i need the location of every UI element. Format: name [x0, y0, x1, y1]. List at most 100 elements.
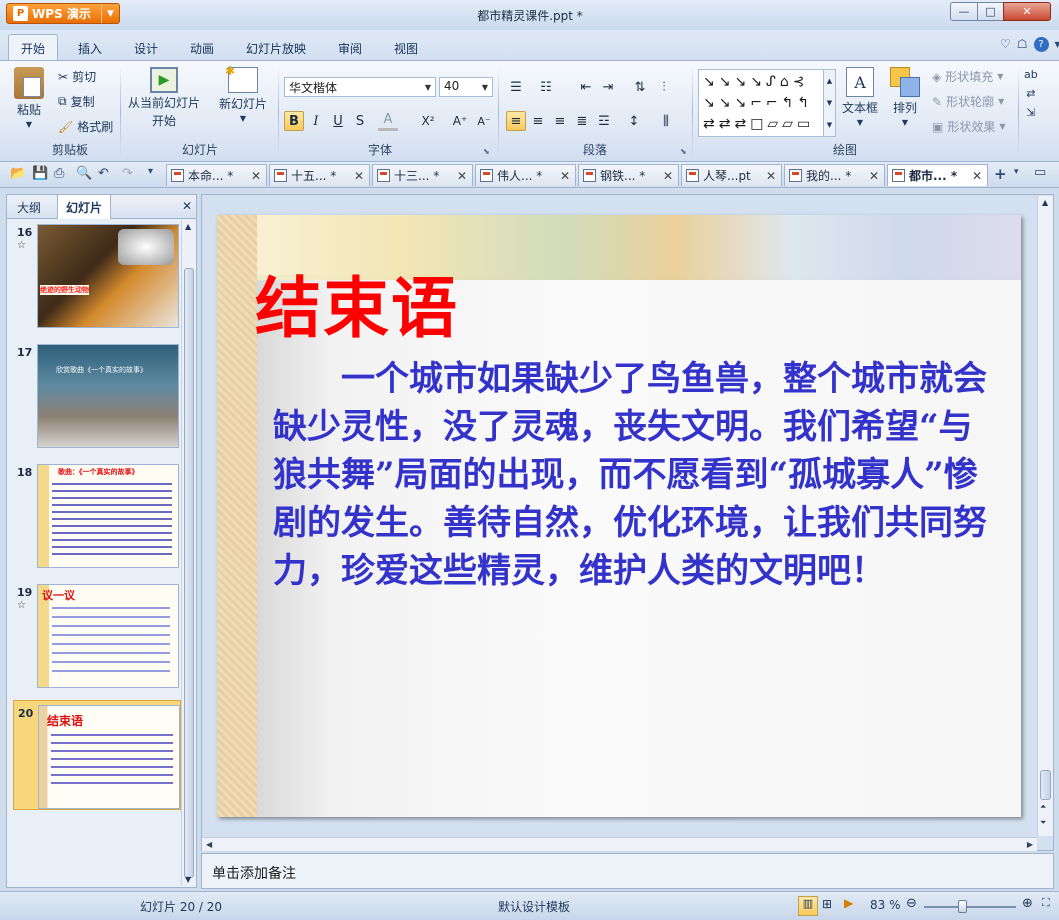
numbering-button[interactable]: ☷ [536, 77, 556, 97]
close-tab-icon[interactable]: ✕ [766, 169, 776, 183]
doc-tab[interactable]: 十三... * ✕ [372, 164, 473, 186]
close-tab-icon[interactable]: ✕ [354, 169, 364, 183]
tab-design[interactable]: 设计 [122, 37, 170, 60]
close-tab-icon[interactable]: ✕ [560, 169, 570, 183]
doc-tab[interactable]: 本命... * ✕ [166, 164, 267, 186]
close-tab-icon[interactable]: ✕ [251, 169, 261, 183]
arrange-button[interactable]: 排列 ▼ [890, 67, 920, 127]
slide-horizontal-scrollbar[interactable]: ◀ ▶ [202, 837, 1037, 851]
tab-list-icon[interactable]: ▾ [1014, 167, 1019, 177]
zoom-slider[interactable] [924, 900, 1016, 913]
close-tab-icon[interactable]: ✕ [869, 169, 879, 183]
shape-effect-button[interactable]: ▣ 形状效果 ▼ [932, 118, 1006, 135]
tab-review[interactable]: 审阅 [326, 37, 374, 60]
zoom-out-icon[interactable]: ⊖ [906, 896, 917, 911]
notes-pane[interactable]: 单击添加备注 [201, 853, 1054, 889]
maximize-button[interactable]: □ [977, 2, 1004, 21]
tab-animation[interactable]: 动画 [178, 37, 226, 60]
window-layout-icon[interactable]: ▭ [1034, 165, 1046, 180]
shadow-button[interactable]: S [350, 111, 370, 131]
close-window-button[interactable]: ✕ [1003, 2, 1051, 21]
minimize-button[interactable]: — [950, 2, 978, 21]
play-from-current-button[interactable]: ▶ 从当前幻灯片 开始 [128, 67, 200, 129]
close-tab-icon[interactable]: ✕ [457, 169, 467, 183]
shape-fill-button[interactable]: ◈ 形状填充 ▼ [932, 68, 1003, 85]
font-size-combo[interactable]: 40 ▼ [439, 77, 493, 97]
fit-window-icon[interactable]: ⛶ [1042, 896, 1050, 910]
doc-tab[interactable]: 钢铁... * ✕ [578, 164, 679, 186]
undo-icon[interactable]: ↶ [98, 166, 109, 181]
font-color-button[interactable]: A [378, 111, 398, 131]
slide-thumbnail[interactable]: 16 ☆ 绝迹的野生动物 [13, 220, 181, 330]
ribbon-options-icon[interactable]: ▾ [1055, 37, 1059, 52]
columns-button[interactable]: ⫼ [656, 111, 676, 131]
align-left-button[interactable]: ≡ [506, 111, 526, 131]
redo-icon[interactable]: ↷ [122, 166, 133, 181]
scroll-down-icon[interactable]: ▼ [185, 875, 191, 884]
chevron-down-icon[interactable]: ▼ [478, 78, 492, 96]
new-tab-plus-icon[interactable]: + [994, 165, 1007, 183]
scroll-right-icon[interactable]: ▶ [1027, 840, 1033, 849]
normal-view-icon[interactable]: ▥ [798, 896, 818, 916]
italic-button[interactable]: I [306, 111, 326, 131]
gallery-scroll[interactable]: ▲ ▼ ▼ [823, 70, 835, 136]
scroll-up-icon[interactable]: ▲ [185, 222, 191, 231]
scroll-thumb[interactable] [184, 268, 194, 878]
slide-sorter-icon[interactable]: ⊞ [822, 897, 832, 911]
paste-button[interactable]: 粘贴 ▼ [14, 67, 44, 129]
tab-outline[interactable]: 大纲 [9, 195, 49, 219]
scroll-thumb[interactable] [1040, 770, 1051, 800]
align-center-button[interactable]: ≡ [528, 111, 548, 131]
collapse-ribbon-icon[interactable]: ♡ [1000, 37, 1011, 52]
copy-button[interactable]: ⧉ 复制 [58, 93, 95, 110]
doc-tab[interactable]: 人琴...pt ✕ [681, 164, 782, 186]
superscript-button[interactable]: X² [418, 111, 438, 131]
text-direction-button[interactable]: ⇅ [630, 77, 650, 97]
scroll-left-icon[interactable]: ◀ [206, 840, 212, 849]
line-spacing-button[interactable]: ↕ [624, 111, 644, 131]
align-text-button[interactable]: ⫶ [654, 77, 674, 97]
slide-thumbnail[interactable]: 17 欣赏歌曲《一个真实的故事》 [13, 340, 181, 450]
align-right-button[interactable]: ≡ [550, 111, 570, 131]
textbox-button[interactable]: A 文本框 ▼ [842, 67, 878, 127]
next-slide-icon[interactable]: ⏷ [1040, 818, 1046, 828]
close-panel-icon[interactable]: ✕ [182, 199, 192, 213]
tab-slideshow[interactable]: 幻灯片放映 [234, 37, 318, 60]
print-preview-icon[interactable]: 🔍 [76, 166, 92, 181]
slide-thumbnail-selected[interactable]: 20 结束语 [13, 700, 181, 810]
distribute-button[interactable]: ☲ [594, 111, 614, 131]
doc-tab[interactable]: 伟人... * ✕ [475, 164, 576, 186]
grow-font-button[interactable]: A⁺ [450, 111, 470, 131]
scroll-up-icon[interactable]: ▲ [1042, 198, 1048, 207]
close-tab-icon[interactable]: ✕ [972, 169, 982, 183]
tab-slides[interactable]: 幻灯片 [57, 195, 112, 219]
dialog-launcher-icon[interactable]: ⬊ [680, 147, 687, 156]
open-folder-icon[interactable]: 📂 [10, 166, 26, 181]
zoom-in-icon[interactable]: ⊕ [1022, 896, 1033, 911]
doc-tab-active[interactable]: 都市... * ✕ [887, 164, 988, 186]
slideshow-icon[interactable]: ▶ [844, 896, 853, 910]
print-icon[interactable]: ⎙ [54, 166, 64, 181]
ribbon-overflow[interactable]: ab ⇄ ⇲ [1024, 68, 1038, 119]
shrink-font-button[interactable]: A⁻ [474, 111, 494, 131]
tab-insert[interactable]: 插入 [66, 37, 114, 60]
dialog-launcher-icon[interactable]: ⬊ [483, 147, 490, 156]
skin-icon[interactable]: ☖ [1017, 37, 1028, 52]
increase-indent-button[interactable]: ⇥ [598, 77, 618, 97]
slide-thumbnail[interactable]: 18 歌曲：《一个真实的故事》 [13, 460, 181, 570]
shapes-gallery[interactable]: ↘↘↘↘ᔑ⌂⊰ ↘↘↘⌐⌐↰↰ ⇄⇄⇄□▱▱▭ ▲ ▼ ▼ [698, 69, 836, 137]
underline-button[interactable]: U [328, 111, 348, 131]
slide-title[interactable]: 结束语 [255, 255, 459, 351]
bold-button[interactable]: B [284, 111, 304, 131]
doc-tab[interactable]: 十五... * ✕ [269, 164, 370, 186]
slide-thumbnail[interactable]: 19 ☆ 议一议 [13, 580, 181, 690]
format-painter-button[interactable]: 🖌 格式刷 [58, 118, 113, 135]
font-name-combo[interactable]: 华文楷体 ▼ [284, 77, 436, 97]
new-slide-button[interactable]: ✱ 新幻灯片 ▼ [219, 64, 267, 123]
cut-button[interactable]: ✂ 剪切 [58, 68, 96, 85]
shape-outline-button[interactable]: ✎ 形状轮廓 ▼ [932, 93, 1004, 110]
thumbnail-scrollbar[interactable]: ▲ ▼ [181, 220, 196, 886]
shapes-gallery-items[interactable]: ↘↘↘↘ᔑ⌂⊰ ↘↘↘⌐⌐↰↰ ⇄⇄⇄□▱▱▭ [699, 70, 835, 137]
doc-tab[interactable]: 我的... * ✕ [784, 164, 885, 186]
prev-slide-icon[interactable]: ⏶ [1040, 802, 1046, 812]
